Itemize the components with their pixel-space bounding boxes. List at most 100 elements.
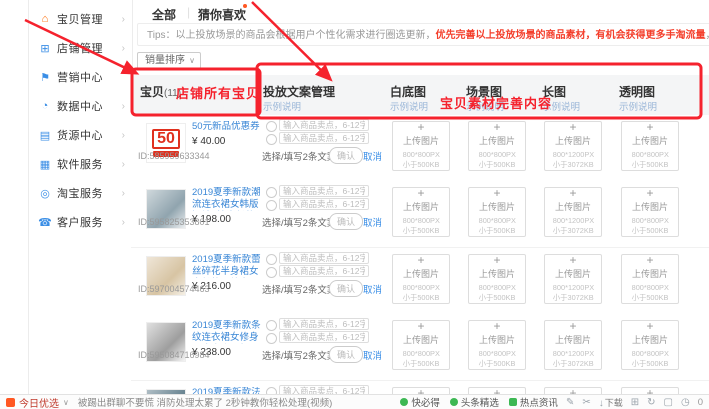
confirm-button[interactable]: 确认 [329,280,363,297]
example-link[interactable]: 示例说明 [619,99,657,113]
upload-label: 上传图片 [479,333,515,346]
product-id: ID:595825353801 [138,217,210,227]
copy-input[interactable] [279,185,369,197]
copy-input[interactable] [279,265,369,277]
cancel-link[interactable]: 取消 [363,282,382,296]
column-transparent: 透明图 [619,83,655,100]
upload-cell-long[interactable]: +上传图片800*1200PX小于3072KB [544,187,602,237]
tips-text: Tips：以上投放场景的商品会根据用户个性化需求进行圈选更新， [147,30,436,41]
edit-icon[interactable]: ✎ [566,397,574,408]
example-link[interactable]: 示例说明 [263,99,301,113]
copy-checkbox[interactable] [266,254,277,265]
shortcut-kuaibide[interactable]: 快必得 [400,395,440,409]
upload-cell-scene[interactable]: +上传图片800*800PX小于500KB [468,320,526,370]
window-icon[interactable]: ▢ [664,397,673,408]
upload-limit: 小于500KB [479,358,516,368]
copy-input[interactable] [279,132,369,144]
shortcut-hotnews[interactable]: 热点资讯 [509,395,558,409]
upload-cell-long[interactable]: +上传图片800*1200PX小于3072KB [544,121,602,171]
copy-checkbox[interactable] [266,200,277,211]
chevron-down-icon[interactable]: ∨ [63,398,69,407]
copy-input[interactable] [279,331,369,343]
sidebar-item-marketing[interactable]: ⚑ 营销中心 [29,66,132,88]
sidebar-item-customer-service[interactable]: ☎ 客户服务 › [29,211,132,233]
green-dot-icon [450,398,458,406]
upload-size: 800*800PX [402,150,439,158]
copy-note: 选择/填写2条文案 [262,215,336,229]
history-icon[interactable]: ◷ [681,397,690,408]
upload-cell-transparent[interactable]: +上传图片800*800PX小于500KB [621,254,679,304]
upload-limit: 小于500KB [479,225,516,235]
sidebar-item-label: 宝贝管理 [57,11,103,27]
copy-checkbox[interactable] [266,121,277,132]
cancel-link[interactable]: 取消 [363,215,382,229]
upload-cell-white-bg[interactable]: +上传图片800*800PX小于500KB [392,187,450,237]
sidebar-item-software-service[interactable]: ▦ 软件服务 › [29,153,132,175]
table-row: 50 50元新品优惠券 ¥ 40.00 ID:585959633344 选择/填… [131,115,709,182]
upload-cell-transparent[interactable]: +上传图片800*800PX小于500KB [621,121,679,171]
news-brand[interactable]: 今日优选 [19,395,59,409]
cancel-link[interactable]: 取消 [363,348,382,362]
browser-bottom-bar: 今日优选 ∨ 被踢出群聊不要慌 消防处理太累了 2秒钟教你轻松处理(视频) 快必… [0,394,709,409]
confirm-button[interactable]: 确认 [329,147,363,164]
copy-checkbox[interactable] [266,320,277,331]
sidebar-item-baby-manage[interactable]: ⌂ 宝贝管理 › [29,8,132,30]
green-dot-icon [400,398,408,406]
copy-checkbox[interactable] [266,267,277,278]
upload-limit: 小于500KB [403,358,440,368]
tab-all[interactable]: 全部 [152,6,176,23]
upload-cell-scene[interactable]: +上传图片800*800PX小于500KB [468,121,526,171]
sidebar-item-supply-center[interactable]: ▤ 货源中心 › [29,124,132,146]
copy-checkbox[interactable] [266,134,277,145]
upload-cell-transparent[interactable]: +上传图片800*800PX小于500KB [621,320,679,370]
cancel-link[interactable]: 取消 [363,149,382,163]
chevron-right-icon: › [122,101,125,112]
product-title[interactable]: 2019夏季新款蕾丝碎花半身裙女中长款雪纺白 [192,254,262,278]
example-link[interactable]: 示例说明 [390,99,428,113]
upload-cell-white-bg[interactable]: +上传图片800*800PX小于500KB [392,254,450,304]
download-icon[interactable]: ↓下载 [599,396,623,409]
product-title[interactable]: 2019夏季新款条纹连衣裙女修身显瘦小众网红 [192,320,262,344]
copy-input[interactable] [279,198,369,210]
example-link[interactable]: 示例说明 [542,99,580,113]
upload-cell-long[interactable]: +上传图片800*1200PX小于3072KB [544,254,602,304]
product-title[interactable]: 50元新品优惠券 [192,121,262,133]
column-white-bg: 白底图 [390,83,426,100]
copy-note: 选择/填写2条文案 [262,149,336,163]
copy-checkbox[interactable] [266,187,277,198]
copy-input[interactable] [279,252,369,264]
news-ticker[interactable]: 被踢出群聊不要慌 消防处理太累了 2秒钟教你轻松处理(视频) [78,395,391,409]
sidebar-item-label: 货源中心 [57,127,103,143]
example-link[interactable]: 示例说明 [466,99,504,113]
copy-checkbox[interactable] [266,333,277,344]
copy-input[interactable] [279,119,369,131]
sort-select[interactable]: 销量排序 ∨ [137,52,201,69]
upload-limit: 小于500KB [632,358,669,368]
upload-cell-scene[interactable]: +上传图片800*800PX小于500KB [468,254,526,304]
download-label: 下载 [605,398,623,408]
shortcut-toutiao[interactable]: 头条精选 [450,395,499,409]
sidebar-item-data-center[interactable]: ◔ 数据中心 › [29,95,132,117]
upload-cell-white-bg[interactable]: +上传图片800*800PX小于500KB [392,320,450,370]
plus-icon: + [417,255,424,266]
sidebar-item-taobao-service[interactable]: ◎ 淘宝服务 › [29,182,132,204]
confirm-button[interactable]: 确认 [329,346,363,363]
refresh-icon[interactable]: ↻ [647,397,655,408]
product-title[interactable]: 2019夏季新款潮流连衣裙女韩版短袖T恤中长款 [192,187,262,211]
sidebar-item-shop-manage[interactable]: ⊞ 店铺管理 › [29,37,132,59]
upload-cell-long[interactable]: +上传图片800*1200PX小于3072KB [544,320,602,370]
confirm-button[interactable]: 确认 [329,213,363,230]
screenshot-icon[interactable]: ✂ [582,397,590,408]
upload-cell-white-bg[interactable]: +上传图片800*800PX小于500KB [392,121,450,171]
chevron-right-icon: › [122,217,125,228]
upload-cell-transparent[interactable]: +上传图片800*800PX小于500KB [621,187,679,237]
plus-icon: + [646,188,653,199]
copy-input[interactable] [279,318,369,330]
upload-label: 上传图片 [632,333,668,346]
product-id: ID:597004574463 [138,284,210,294]
tab-guess-you-like[interactable]: 猜你喜欢 [198,6,246,23]
upload-label: 上传图片 [555,134,591,147]
upload-cell-scene[interactable]: +上传图片800*800PX小于500KB [468,187,526,237]
apps-icon[interactable]: ⊞ [631,397,639,408]
megaphone-icon: ⚑ [38,71,52,84]
